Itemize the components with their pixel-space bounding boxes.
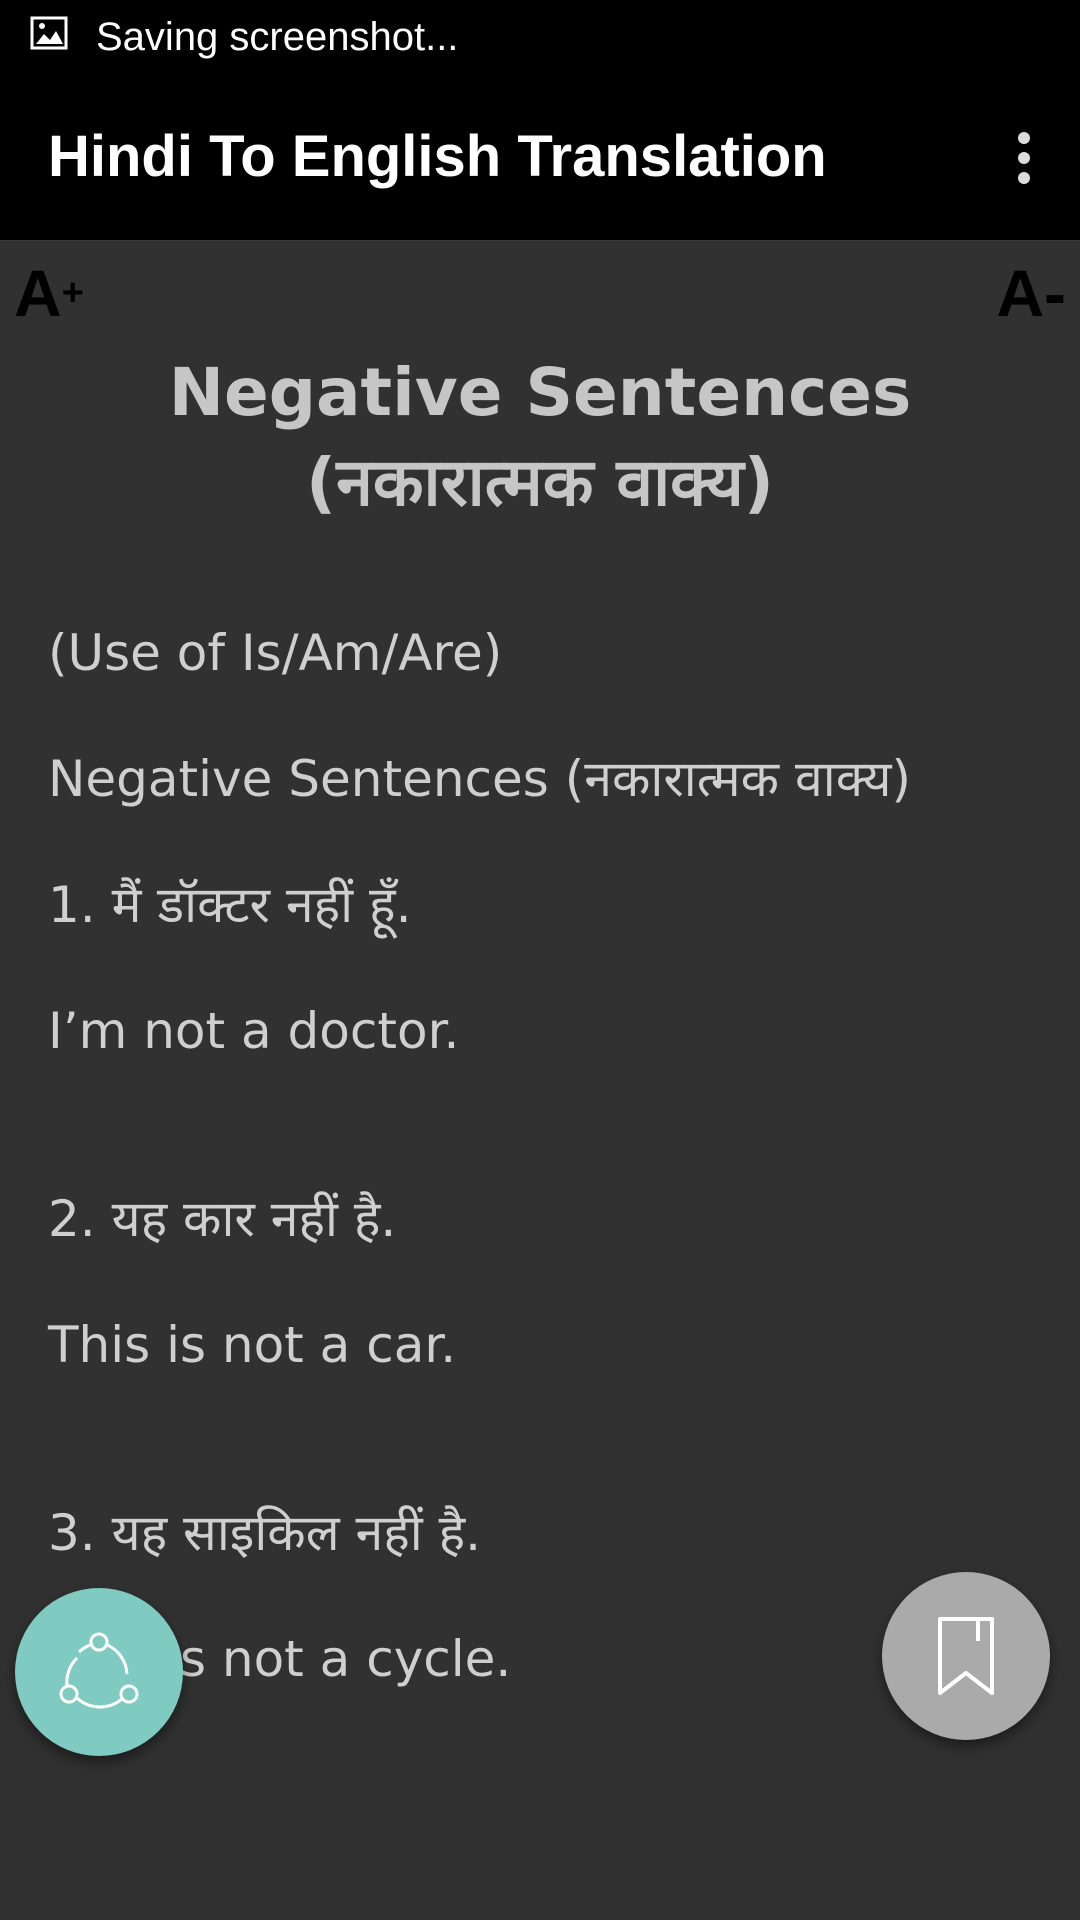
more-vertical-icon[interactable] bbox=[992, 123, 1056, 193]
content-line: 2. यह कार नहीं है. bbox=[48, 1190, 397, 1248]
app-bar: Hindi To English Translation bbox=[0, 75, 1080, 241]
increase-font-symbol: + bbox=[61, 272, 84, 314]
share-icon bbox=[59, 1632, 139, 1709]
bookmark-icon bbox=[938, 1617, 994, 1695]
app-title: Hindi To English Translation bbox=[48, 124, 827, 189]
increase-font-button[interactable]: A+ bbox=[14, 258, 84, 328]
bookmark-button[interactable] bbox=[882, 1572, 1050, 1740]
share-button[interactable] bbox=[15, 1588, 183, 1756]
decrease-font-button[interactable]: A- bbox=[996, 258, 1066, 328]
status-text: Saving screenshot... bbox=[96, 15, 459, 59]
image-icon bbox=[30, 16, 68, 50]
page-title: Negative Sentences (नकारात्मक वाक्य) bbox=[0, 348, 1080, 528]
status-bar: Saving screenshot... bbox=[0, 0, 1080, 75]
page-title-line-2: (नकारात्मक वाक्य) bbox=[306, 444, 774, 521]
increase-font-label: A bbox=[14, 256, 62, 330]
content-line: (Use of Is/Am/Are) bbox=[48, 624, 503, 682]
content-line: 1. मैं डॉक्टर नहीं हूँ. bbox=[48, 876, 412, 934]
content-line: This is not a car. bbox=[48, 1316, 457, 1374]
content-line: I’m not a doctor. bbox=[48, 1002, 460, 1060]
content-line: Negative Sentences (नकारात्मक वाक्य) bbox=[48, 750, 911, 808]
content-line: 3. यह साइकिल नहीं है. bbox=[48, 1504, 482, 1562]
page-title-line-1: Negative Sentences bbox=[168, 354, 912, 431]
